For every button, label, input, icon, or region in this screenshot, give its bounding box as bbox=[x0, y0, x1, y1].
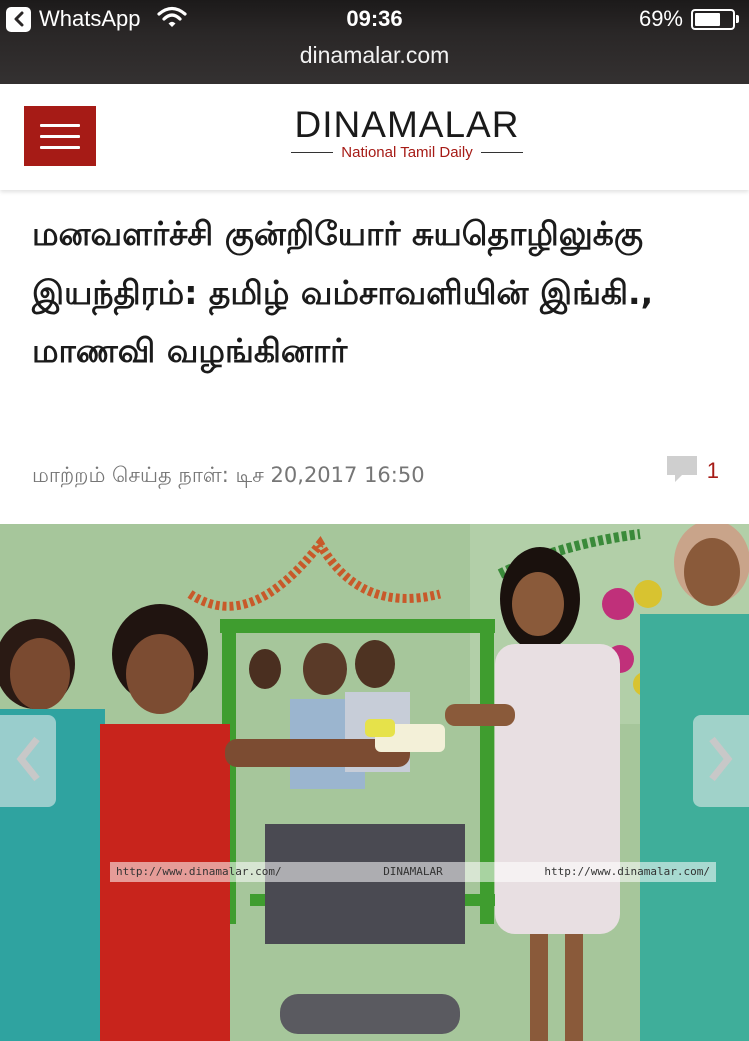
back-app-label: WhatsApp bbox=[39, 6, 141, 31]
battery-percent: 69% bbox=[638, 6, 683, 31]
back-to-app[interactable]: WhatsApp bbox=[6, 4, 187, 34]
logo-rule-left bbox=[291, 152, 334, 153]
chevron-right-icon bbox=[706, 735, 736, 787]
comment-count: 1 bbox=[706, 458, 719, 483]
menu-line bbox=[40, 134, 80, 138]
battery-tip bbox=[736, 15, 739, 23]
article-photo-image bbox=[0, 524, 749, 1041]
menu-line bbox=[40, 145, 80, 149]
photo-prev-button[interactable] bbox=[0, 715, 56, 807]
comment-bubble-icon bbox=[665, 454, 699, 488]
battery-level bbox=[695, 12, 720, 26]
comments-link[interactable]: 1 bbox=[665, 454, 719, 488]
article-title: மனவளர்ச்சி குன்றியோர் சுயதொழிலுக்கு இயந்… bbox=[32, 214, 654, 370]
logo-name: Dinamalar bbox=[294, 104, 520, 145]
battery-status: 69% bbox=[639, 4, 739, 34]
article-photo[interactable] bbox=[0, 524, 749, 1041]
watermark-center: DINAMALAR bbox=[383, 865, 443, 878]
hamburger-menu-button[interactable] bbox=[24, 106, 96, 166]
menu-line bbox=[40, 123, 80, 127]
watermark-left: http://www.dinamalar.com/ bbox=[116, 865, 282, 878]
logo-tagline: National Tamil Daily bbox=[341, 144, 473, 161]
watermark-right: http://www.dinamalar.com/ bbox=[544, 865, 710, 878]
battery-icon bbox=[691, 8, 735, 30]
chevron-left-icon bbox=[13, 735, 43, 787]
photo-watermark: http://www.dinamalar.com/ DINAMALAR http… bbox=[110, 862, 716, 882]
back-chevron-icon bbox=[6, 6, 31, 32]
updated-label: மாற்றம் செய்த நாள்: bbox=[32, 463, 229, 487]
status-bar: WhatsApp 09:36 69% dinamalar.com bbox=[0, 0, 749, 84]
address-bar[interactable]: dinamalar.com bbox=[0, 38, 749, 72]
article-updated-date: மாற்றம் செய்த நாள்: டிச 20,2017 16:50 bbox=[32, 460, 425, 490]
photo-next-button[interactable] bbox=[693, 715, 749, 807]
site-logo[interactable]: Dinamalar National Tamil Daily bbox=[278, 102, 536, 172]
site-header: Dinamalar National Tamil Daily bbox=[0, 84, 749, 190]
logo-rule-right bbox=[480, 152, 523, 153]
wifi-icon bbox=[156, 6, 187, 32]
updated-value: டிச 20,2017 16:50 bbox=[235, 463, 425, 487]
